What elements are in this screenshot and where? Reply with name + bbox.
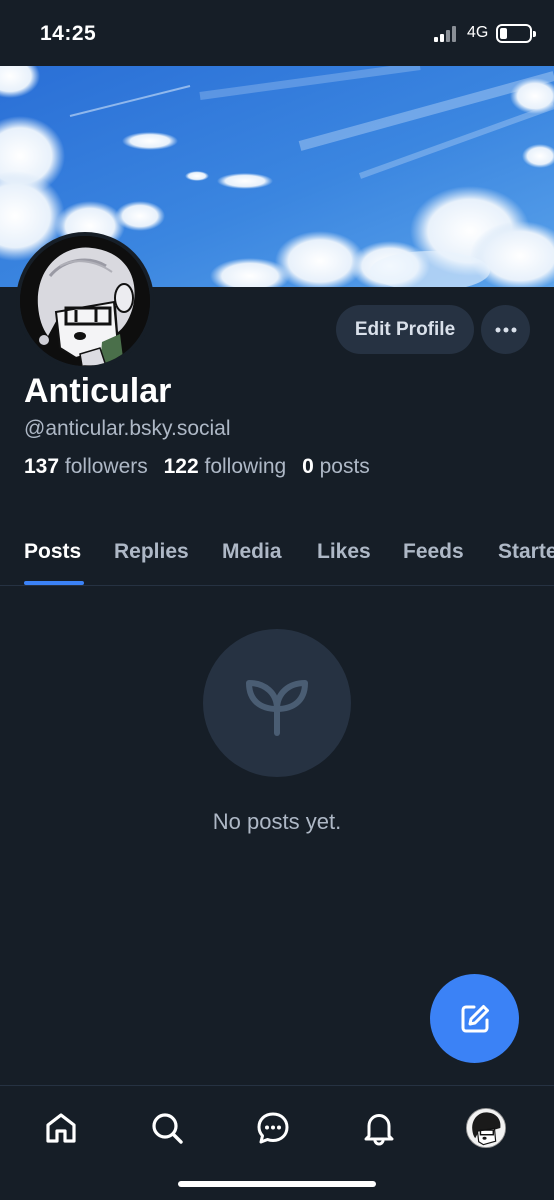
followers-link[interactable]: 137 followers xyxy=(24,455,148,478)
home-indicator xyxy=(178,1181,376,1187)
tab-posts[interactable]: Posts xyxy=(24,540,81,564)
active-tab-indicator xyxy=(24,581,84,585)
profile-handle: @anticular.bsky.social xyxy=(24,417,231,440)
bell-icon xyxy=(364,1114,394,1146)
signal-icon xyxy=(434,26,460,42)
following-count: 122 xyxy=(163,455,199,478)
tab-likes[interactable]: Likes xyxy=(317,540,371,564)
compose-post-button[interactable] xyxy=(430,974,519,1063)
network-type: 4G xyxy=(467,24,489,41)
chat-icon xyxy=(257,1112,289,1144)
tab-starter-packs[interactable]: Starter Packs xyxy=(498,540,554,564)
avatar xyxy=(466,1108,506,1148)
empty-state-icon-container xyxy=(203,629,351,777)
profile-stats: 137 followers 122 following 0 posts xyxy=(24,455,370,479)
nav-notifications[interactable] xyxy=(359,1108,399,1148)
bottom-navigation xyxy=(0,1085,554,1200)
home-icon xyxy=(46,1113,76,1143)
nav-home[interactable] xyxy=(41,1108,81,1148)
tab-replies[interactable]: Replies xyxy=(114,540,189,564)
nav-chat[interactable] xyxy=(253,1108,293,1148)
profile-avatar[interactable] xyxy=(16,232,154,370)
more-horizontal-icon xyxy=(495,327,516,332)
tab-media[interactable]: Media xyxy=(222,540,282,564)
posts-label: posts xyxy=(319,455,370,478)
status-time: 14:25 xyxy=(40,22,97,45)
compose-icon xyxy=(461,1004,489,1032)
followers-count: 137 xyxy=(24,455,60,478)
followers-label: followers xyxy=(64,455,148,478)
more-options-button[interactable] xyxy=(481,305,530,354)
display-name: Anticular xyxy=(24,372,172,410)
following-label: following xyxy=(204,455,287,478)
posts-stat: 0 posts xyxy=(302,455,370,478)
following-link[interactable]: 122 following xyxy=(164,455,287,478)
avatar-illustration-image xyxy=(20,236,150,366)
avatar-illustration-image xyxy=(467,1109,505,1147)
empty-state-message: No posts yet. xyxy=(212,809,342,834)
tab-feeds[interactable]: Feeds xyxy=(403,540,464,564)
edit-profile-button[interactable]: Edit Profile xyxy=(336,305,474,354)
profile-tabs: Posts Replies Media Likes Feeds Starter … xyxy=(0,520,554,586)
posts-count: 0 xyxy=(302,455,314,478)
nav-search[interactable] xyxy=(147,1108,187,1148)
search-icon xyxy=(152,1113,183,1144)
battery-icon xyxy=(496,24,536,43)
sprout-icon xyxy=(246,680,308,736)
nav-profile[interactable] xyxy=(466,1108,506,1148)
status-bar: 14:25 4G xyxy=(0,0,554,66)
